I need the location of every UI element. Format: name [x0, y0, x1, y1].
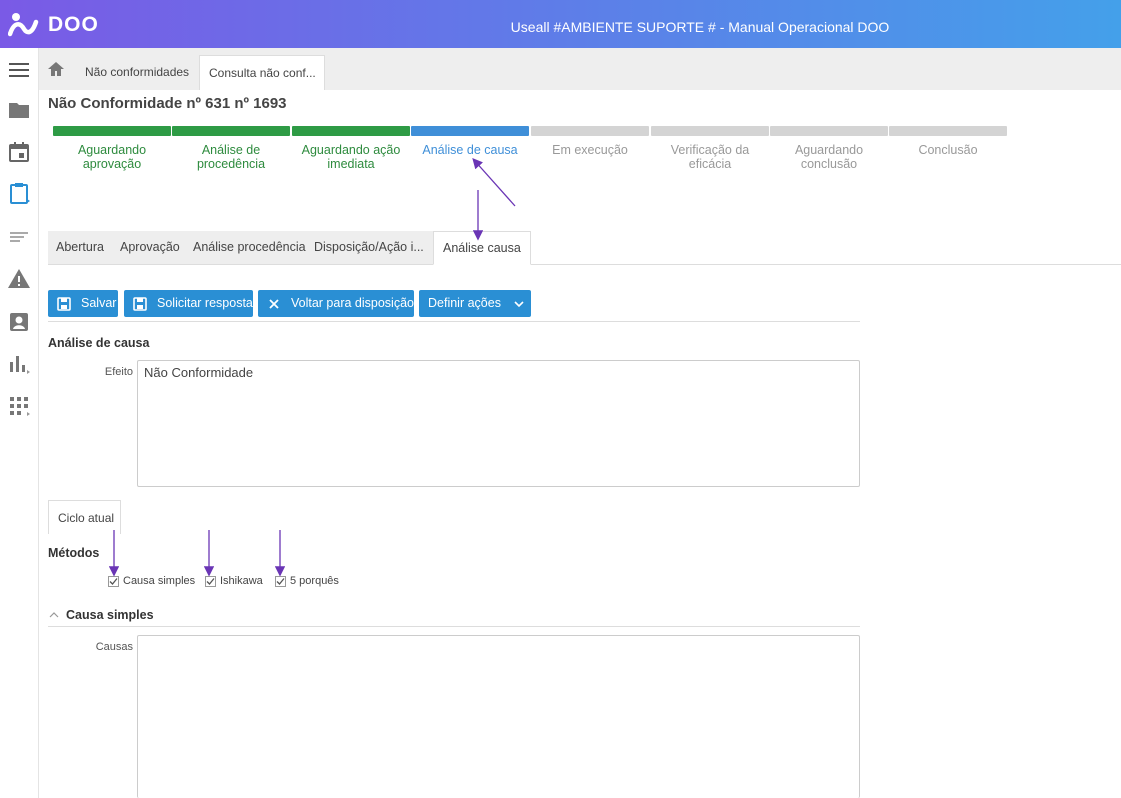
- tab-aprovacao[interactable]: Aprovação: [120, 231, 180, 264]
- grid-apps-icon[interactable]: [7, 394, 31, 418]
- chevron-down-icon: [512, 297, 526, 311]
- breadcrumb: Não conformidades Consulta não conf...: [39, 48, 1121, 90]
- annotation-arrow: [472, 158, 516, 207]
- workflow-step-label: Aguardando conclusão: [794, 143, 864, 171]
- workflow-step: Em execução: [531, 126, 649, 157]
- method-5-porques-checkbox[interactable]: 5 porquês: [275, 575, 339, 587]
- sidebar: [0, 48, 39, 798]
- workflow-step-label: Aguardando ação imediata: [301, 143, 401, 171]
- simple-cause-title: Causa simples: [66, 608, 154, 622]
- tab-analise-procedencia[interactable]: Análise procedência: [193, 231, 306, 264]
- workflow-step: Análise de procedência: [172, 126, 290, 171]
- workflow-step: Aguardando ação imediata: [292, 126, 410, 171]
- lines-icon[interactable]: [7, 225, 31, 249]
- home-icon[interactable]: [47, 61, 65, 77]
- causes-textarea[interactable]: [137, 635, 860, 798]
- workflow-step: Verificação da eficácia: [651, 126, 769, 171]
- tab-disposicao[interactable]: Disposição/Ação i...: [314, 231, 424, 264]
- save-button-label: Salvar: [81, 296, 117, 310]
- define-actions-button[interactable]: Definir ações: [419, 290, 531, 317]
- workflow-step-label: Análise de causa: [422, 143, 518, 157]
- tab-analise-causa[interactable]: Análise causa: [433, 231, 531, 265]
- workflow-step-label: Conclusão: [918, 143, 978, 157]
- method-ishikawa-checkbox[interactable]: Ishikawa: [205, 575, 263, 587]
- tab-ciclo-atual[interactable]: Ciclo atual: [48, 500, 121, 534]
- save-button[interactable]: Salvar: [48, 290, 118, 317]
- method-causa-simples-checkbox[interactable]: Causa simples: [108, 575, 195, 587]
- workflow-step-label: Análise de procedência: [196, 143, 266, 171]
- app-title: Useall #AMBIENTE SUPORTE # - Manual Oper…: [510, 19, 890, 35]
- page-title: Não Conformidade nº 631 nº 1693: [48, 95, 287, 112]
- effect-textarea[interactable]: Não Conformidade: [137, 360, 860, 487]
- calendar-icon[interactable]: [7, 140, 31, 164]
- request-response-label: Solicitar resposta: [157, 296, 253, 310]
- workflow-step-bar: [172, 126, 290, 136]
- save-icon: [133, 296, 147, 311]
- bar-chart-icon[interactable]: [7, 352, 31, 376]
- contact-card-icon[interactable]: [7, 310, 31, 334]
- methods-title: Métodos: [48, 546, 100, 560]
- toolbar-divider: [48, 321, 860, 322]
- define-actions-label: Definir ações: [428, 296, 501, 310]
- method-label: Ishikawa: [220, 575, 263, 587]
- simple-cause-collapse-header[interactable]: Causa simples: [48, 608, 154, 622]
- workflow-step-bar: [889, 126, 1007, 136]
- workflow-step-bar: [53, 126, 171, 136]
- breadcrumb-item-consulta[interactable]: Consulta não conf...: [199, 55, 325, 90]
- checkbox-checked-icon: [205, 575, 216, 587]
- workflow-step-bar: [292, 126, 410, 136]
- breadcrumb-item-nao-conformidades[interactable]: Não conformidades: [85, 48, 189, 90]
- top-bar: DOO Useall #AMBIENTE SUPORTE # - Manual …: [0, 0, 1121, 48]
- workflow-step: Análise de causa: [411, 126, 529, 157]
- workflow-step-label: Em execução: [552, 143, 628, 157]
- close-icon: [267, 297, 281, 311]
- back-to-disposition-button[interactable]: Voltar para disposição: [258, 290, 414, 317]
- tab-abertura[interactable]: Abertura: [56, 231, 104, 264]
- workflow-step-bar: [411, 126, 529, 136]
- checkbox-checked-icon: [275, 575, 286, 587]
- causes-label: Causas: [95, 641, 133, 653]
- workflow-step-bar: [770, 126, 888, 136]
- workflow-step: Aguardando conclusão: [770, 126, 888, 171]
- effect-label: Efeito: [104, 366, 133, 378]
- method-label: 5 porquês: [290, 575, 339, 587]
- request-response-button[interactable]: Solicitar resposta: [124, 290, 253, 317]
- warning-icon[interactable]: [7, 267, 31, 291]
- section-tabs: Abertura Aprovação Análise procedência D…: [48, 231, 1121, 265]
- folder-icon[interactable]: [7, 98, 31, 122]
- chevron-up-icon: [49, 612, 59, 618]
- save-icon: [57, 296, 71, 311]
- workflow-step: Conclusão: [889, 126, 1007, 157]
- workflow-step-bar: [531, 126, 649, 136]
- workflow-step-label: Aguardando aprovação: [77, 143, 147, 171]
- workflow-step: Aguardando aprovação: [53, 126, 171, 171]
- clipboard-icon[interactable]: [7, 181, 31, 205]
- workflow-step-label: Verificação da eficácia: [670, 143, 750, 171]
- back-to-disposition-label: Voltar para disposição: [291, 296, 414, 310]
- workflow-step-bar: [651, 126, 769, 136]
- menu-icon[interactable]: [7, 58, 31, 82]
- simple-cause-divider: [48, 626, 860, 627]
- checkbox-checked-icon: [108, 575, 119, 587]
- method-label: Causa simples: [123, 575, 196, 587]
- analysis-section-title: Análise de causa: [48, 336, 150, 350]
